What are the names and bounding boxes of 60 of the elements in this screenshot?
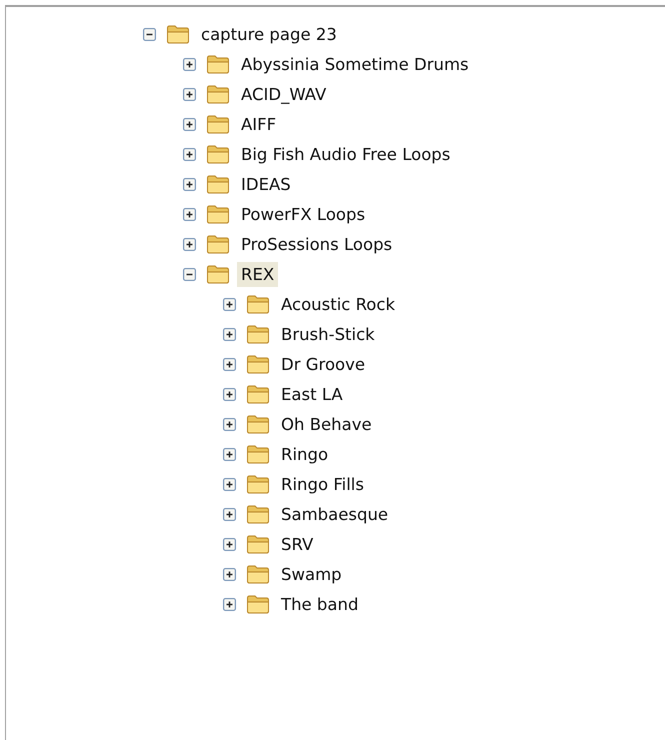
folder-label[interactable]: AIFF: [237, 112, 280, 136]
folder-icon: [206, 114, 230, 134]
folder-icon: [206, 174, 230, 194]
folder-icon: [246, 474, 270, 494]
folder-icon: [246, 594, 270, 614]
folder-label[interactable]: ACID_WAV: [237, 82, 330, 106]
folder-icon: [206, 264, 230, 284]
folder-label[interactable]: East LA: [277, 382, 347, 406]
expander-icon[interactable]: [143, 28, 156, 40]
expander-icon[interactable]: [223, 328, 236, 340]
folder-icon: [166, 24, 190, 44]
folder-icon: [246, 504, 270, 524]
folder-icon: [246, 354, 270, 374]
expander-icon[interactable]: [223, 298, 236, 310]
expander-icon[interactable]: [183, 268, 196, 280]
expander-icon[interactable]: [223, 418, 236, 430]
folder-icon: [246, 294, 270, 314]
folder-label[interactable]: IDEAS: [237, 172, 295, 196]
folder-label[interactable]: The band: [277, 592, 362, 616]
folder-label[interactable]: Brush-Stick: [277, 322, 379, 346]
expander-icon[interactable]: [223, 538, 236, 550]
expander-icon[interactable]: [183, 178, 196, 190]
expander-icon[interactable]: [183, 58, 196, 70]
folder-icon: [206, 54, 230, 74]
folder-icon: [206, 84, 230, 104]
expander-icon[interactable]: [223, 478, 236, 490]
folder-icon: [246, 444, 270, 464]
folder-icon: [246, 534, 270, 554]
folder-label[interactable]: Oh Behave: [277, 412, 376, 436]
folder-label[interactable]: Dr Groove: [277, 352, 370, 376]
folder-label[interactable]: Sambaesque: [277, 502, 392, 526]
folder-icon: [246, 564, 270, 584]
folder-label[interactable]: Ringo Fills: [277, 472, 368, 496]
expander-icon[interactable]: [223, 568, 236, 580]
folder-label[interactable]: Abyssinia Sometime Drums: [237, 52, 473, 76]
expander-icon[interactable]: [183, 118, 196, 130]
expander-icon[interactable]: [183, 238, 196, 250]
expander-icon[interactable]: [183, 208, 196, 220]
folder-icon: [206, 204, 230, 224]
folder-icon: [246, 384, 270, 404]
expander-icon[interactable]: [223, 598, 236, 610]
folder-label[interactable]: ProSessions Loops: [237, 232, 396, 256]
folder-icon: [206, 144, 230, 164]
folder-icon: [246, 324, 270, 344]
folder-label[interactable]: REX: [237, 262, 278, 286]
folder-label[interactable]: PowerFX Loops: [237, 202, 370, 226]
folder-label[interactable]: Swamp: [277, 562, 346, 586]
folder-icon: [206, 234, 230, 254]
expander-icon[interactable]: [183, 148, 196, 160]
expander-icon[interactable]: [183, 88, 196, 100]
expander-icon[interactable]: [223, 388, 236, 400]
folder-icon: [246, 414, 270, 434]
folder-label[interactable]: Acoustic Rock: [277, 292, 400, 316]
expander-icon[interactable]: [223, 448, 236, 460]
folder-label[interactable]: Big Fish Audio Free Loops: [237, 142, 454, 166]
folder-label[interactable]: capture page 23: [197, 22, 341, 46]
expander-icon[interactable]: [223, 358, 236, 370]
folder-label[interactable]: SRV: [277, 532, 318, 556]
expander-icon[interactable]: [223, 508, 236, 520]
folder-label[interactable]: Ringo: [277, 442, 332, 466]
